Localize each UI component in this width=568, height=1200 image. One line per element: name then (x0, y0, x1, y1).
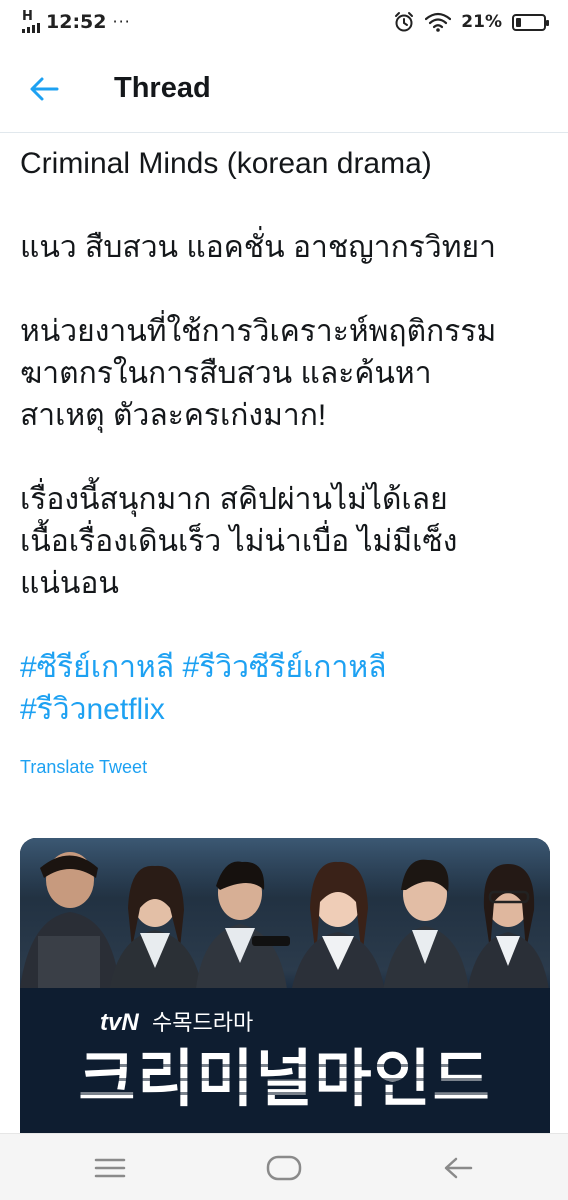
back-icon (444, 1157, 473, 1178)
tweet-line: เนื้อเรื่องเดินเร็ว ไม่น่าเบื่อ ไม่มีเซ็… (20, 525, 458, 558)
tweet-genre-paragraph: แนว สืบสวน แอคชั่น อาชญากรวิทยา (20, 227, 550, 269)
status-right: 21% (393, 11, 549, 33)
status-overflow: ··· (112, 12, 131, 31)
tweet-line: แนว สืบสวน แอคชั่น อาชญากรวิทยา (20, 231, 496, 264)
channel-logo: tvN (100, 1009, 139, 1036)
thread-header: Thread (0, 44, 568, 133)
status-time: 12:52 (46, 10, 107, 33)
system-nav-bar (0, 1133, 568, 1200)
tweet-description-paragraph: หน่วยงานที่ใช้การวิเคราะห์พฤติกรรม ฆาตกร… (20, 311, 550, 437)
tweet-body: Criminal Minds (korean drama) แนว สืบสวน… (20, 143, 550, 778)
alarm-icon (395, 12, 414, 32)
signal-icon (22, 23, 40, 33)
tweet-line: หน่วยงานที่ใช้การวิเคราะห์พฤติกรรม (20, 315, 497, 348)
hashtags: #ซีรีย์เกาหลี #รีวิวซีรีย์เกาหลี #รีวิวn… (20, 647, 550, 731)
hashtag-link[interactable]: #รีวิวnetflix (20, 693, 165, 726)
menu-icon (94, 1158, 126, 1177)
translate-tweet-link[interactable]: Translate Tweet (20, 757, 550, 778)
nav-back-button[interactable] (418, 1134, 498, 1200)
tweet-line: ฆาตกรในการสืบสวน และค้นหา (20, 357, 432, 390)
hashtag-line: #ซีรีย์เกาหลี #รีวิวซีรีย์เกาหลี (20, 647, 550, 689)
channel-slot: 수목드라마 (152, 1011, 253, 1036)
tweet-title-paragraph: Criminal Minds (korean drama) (20, 143, 550, 185)
battery-percent: 21% (461, 12, 502, 32)
drama-poster: tvN 수목드라마 크리미널마인드 (20, 838, 550, 1133)
battery-icon (512, 13, 549, 31)
arrow-left-icon (30, 77, 59, 101)
home-icon (266, 1155, 302, 1180)
status-bar: H 12:52 ··· 21% (0, 0, 568, 44)
battery-level (516, 17, 521, 27)
tweet-opinion-paragraph: เรื่องนี้สนุกมาก สคิปผ่านไม่ได้เลย เนื้อ… (20, 479, 550, 605)
wifi-icon (425, 12, 452, 32)
menu-button[interactable] (70, 1134, 150, 1200)
status-left: H 12:52 ··· (22, 10, 131, 33)
tweet-line: Criminal Minds (korean drama) (20, 147, 432, 180)
network-type: H (22, 9, 33, 24)
hashtag-link[interactable]: #รีวิวซีรีย์เกาหลี (183, 651, 387, 684)
hashtag-line: #รีวิวnetflix (20, 689, 550, 731)
hashtag-link[interactable]: #ซีรีย์เกาหลี (20, 651, 174, 684)
tweet-media-image[interactable]: tvN 수목드라마 크리미널마인드 (20, 838, 550, 1133)
tweet-line: สาเหตุ ตัวละครเก่งมาก! (20, 399, 327, 432)
tweet-line: เรื่องนี้สนุกมาก สคิปผ่านไม่ได้เลย (20, 483, 448, 516)
tweet-line: แน่นอน (20, 567, 119, 600)
tweet-text: Criminal Minds (korean drama) แนว สืบสวน… (20, 143, 550, 731)
home-button[interactable] (244, 1134, 324, 1200)
page-title: Thread (114, 72, 211, 104)
back-button[interactable] (22, 70, 66, 108)
